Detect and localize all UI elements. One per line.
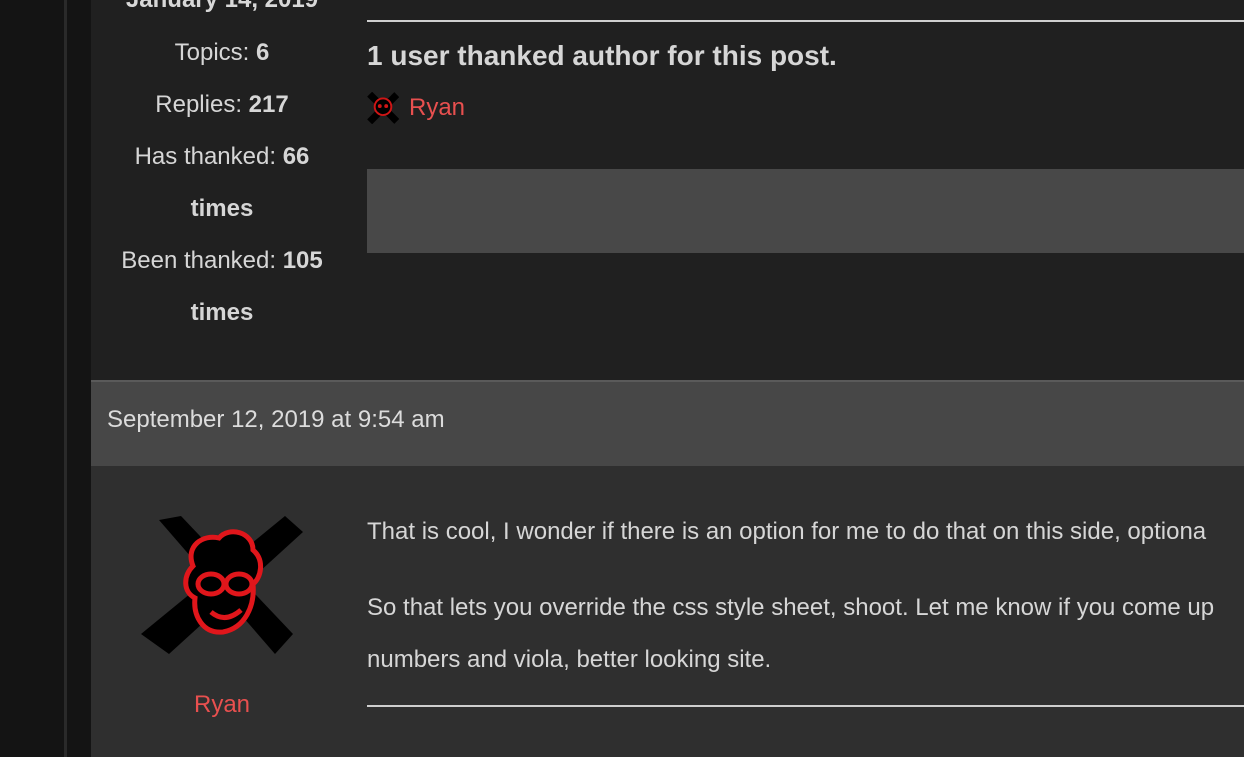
post-2-header: September 12, 2019 at 9:54 am: [91, 380, 1244, 466]
thanks-title: 1 user thanked author for this post.: [367, 40, 837, 71]
left-rail: [0, 0, 91, 757]
has-thanked-stat: Has thanked: 66: [134, 143, 310, 170]
author-stats: Topics: 6 Replies: 217 Has thanked: 66 t…: [91, 27, 353, 339]
post-1: January 14, 2019 Topics: 6 Replies: 217 …: [91, 0, 1244, 380]
post-paragraph: So that lets you override the css style …: [367, 594, 1215, 621]
thanker-user[interactable]: Ryan: [367, 92, 465, 124]
post-date: September 12, 2019 at 9:54 am: [107, 406, 445, 433]
been-thanked-unit: times: [190, 299, 254, 326]
author-name-link[interactable]: Ryan: [91, 691, 353, 719]
been-thanked-stat: Been thanked: 105: [121, 247, 323, 274]
post-paragraph: numbers and viola, better looking site.: [367, 646, 772, 673]
post-paragraph: That is cool, I wonder if there is an op…: [367, 518, 1207, 545]
author-avatar[interactable]: [141, 516, 303, 654]
has-thanked-unit: times: [190, 195, 254, 222]
thanker-name[interactable]: Ryan: [409, 94, 465, 122]
left-rail-rule: [64, 0, 67, 757]
author-registered-date: January 14, 2019: [91, 0, 353, 14]
post-footer-bar: [367, 169, 1244, 253]
post-body: That is cool, I wonder if there is an op…: [367, 506, 1244, 686]
skull-crossbones-avatar-icon: [367, 92, 399, 124]
post-divider: [367, 20, 1244, 22]
topics-stat: Topics: 6: [174, 39, 270, 66]
replies-stat: Replies: 217: [155, 91, 289, 118]
post-2: Ryan That is cool, I wonder if there is …: [91, 466, 1244, 757]
post-divider: [367, 705, 1244, 707]
